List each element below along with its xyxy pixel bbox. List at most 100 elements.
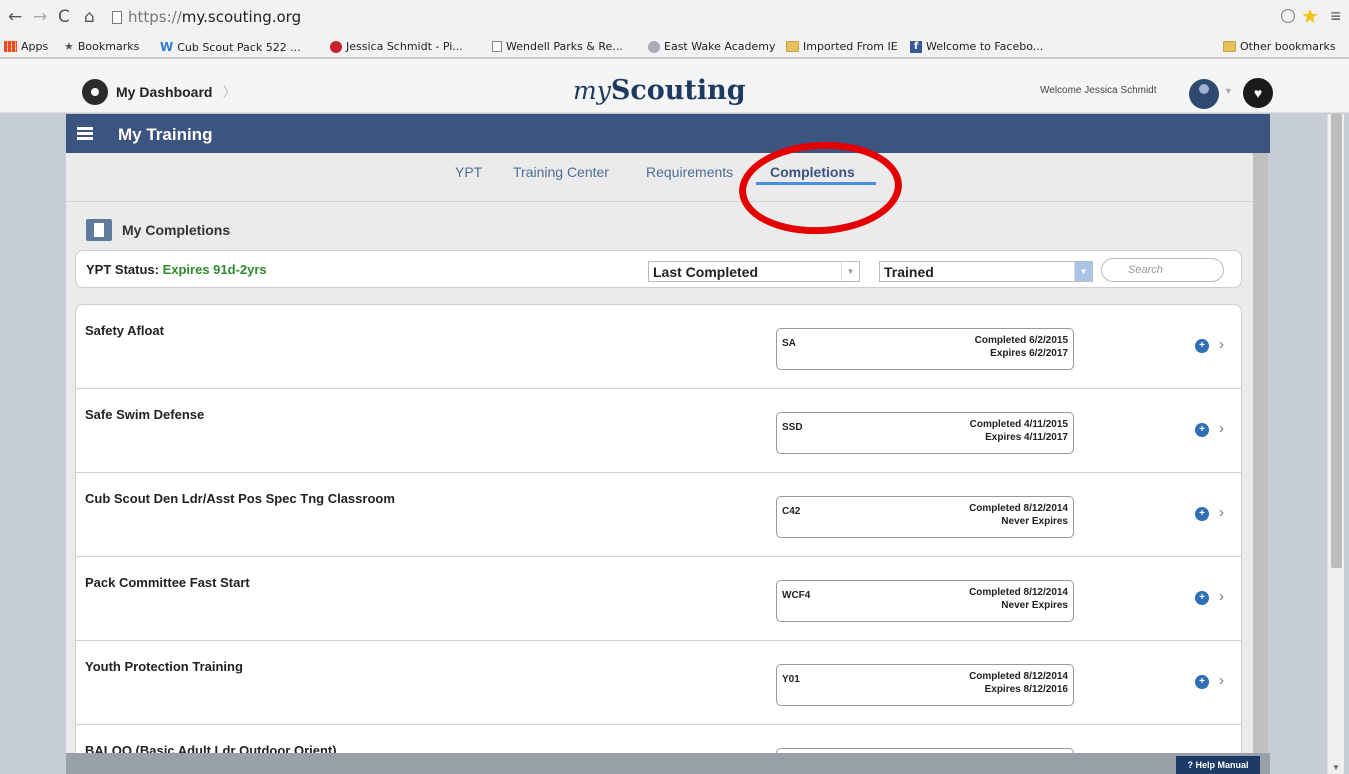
tab-requirements[interactable]: Requirements — [646, 164, 733, 180]
expires-date: Never Expires — [1001, 600, 1068, 611]
course-name: BALOO (Basic Adult Ldr Outdoor Orient) — [85, 743, 337, 753]
scroll-down-arrow-icon[interactable]: ▼ — [1332, 763, 1340, 772]
browser-menu-icon[interactable]: ≡ — [1330, 6, 1341, 27]
url-host: my.scouting.org — [181, 8, 302, 26]
back-arrow-icon[interactable]: ← — [8, 8, 22, 26]
bookmark-bookmarks[interactable]: ★ Bookmarks — [64, 40, 139, 53]
plus-icon[interactable]: + — [1195, 675, 1209, 689]
course-name: Cub Scout Den Ldr/Asst Pos Spec Tng Clas… — [85, 491, 395, 506]
list-item[interactable]: Cub Scout Den Ldr/Asst Pos Spec Tng Clas… — [76, 473, 1241, 557]
apps-icon — [4, 41, 17, 52]
completed-date: Completed 8/12/2014 — [969, 503, 1068, 514]
zoom-icon[interactable] — [1281, 9, 1295, 23]
sort-select[interactable]: Last Completed ▼ — [648, 261, 860, 282]
plus-icon[interactable]: + — [1195, 339, 1209, 353]
chevron-right-icon[interactable]: › — [1219, 420, 1224, 437]
facebook-icon: f — [910, 40, 922, 53]
completion-info-box: SSD Completed 4/11/2015 Expires 4/11/2017 — [776, 412, 1074, 454]
completed-date: Completed 4/11/2015 — [969, 419, 1068, 430]
heart-icon[interactable]: ♥ — [1243, 78, 1273, 108]
bookmarks-bar: Apps ★ Bookmarks W Cub Scout Pack 522 ... … — [0, 36, 1349, 58]
bookmark-apps[interactable]: Apps — [4, 40, 48, 53]
dashboard-link[interactable]: My Dashboard 〉 — [82, 79, 236, 105]
list-item[interactable]: BALOO (Basic Adult Ldr Outdoor Orient) — [76, 725, 1241, 753]
course-code: C42 — [782, 506, 801, 517]
folder-icon — [1223, 41, 1236, 52]
course-code: Y01 — [782, 674, 800, 685]
expires-date: Expires 6/2/2017 — [990, 348, 1068, 359]
home-icon[interactable]: ⌂ — [84, 8, 95, 26]
address-bar[interactable]: https://my.scouting.org — [112, 6, 301, 28]
completed-date: Completed 6/2/2015 — [974, 335, 1068, 346]
completion-info-box: Y01 Completed 8/12/2014 Expires 8/12/2016 — [776, 664, 1074, 706]
course-code: SA — [782, 338, 796, 349]
tab-training-center[interactable]: Training Center — [513, 164, 609, 180]
course-code: WCF4 — [782, 590, 811, 601]
completed-date: Completed 8/12/2014 — [969, 587, 1068, 598]
search-input[interactable]: Search — [1101, 258, 1224, 282]
bookmark-cub-scout[interactable]: W Cub Scout Pack 522 ... — [160, 40, 301, 54]
help-manual-button[interactable]: ? Help Manual — [1176, 756, 1260, 774]
bookmark-other[interactable]: Other bookmarks — [1223, 40, 1336, 53]
training-title-bar: My Training — [66, 114, 1270, 153]
globe-icon — [648, 40, 660, 53]
course-name: Youth Protection Training — [85, 659, 243, 674]
chevron-down-icon: ▼ — [841, 262, 859, 281]
list-item[interactable]: Safety Afloat SA Completed 6/2/2015 Expir… — [76, 305, 1241, 389]
scrollbar-thumb[interactable] — [1331, 114, 1342, 568]
hamburger-menu-icon[interactable] — [77, 127, 93, 140]
course-name: Safety Afloat — [85, 323, 164, 338]
plus-icon[interactable]: + — [1195, 507, 1209, 521]
document-icon — [86, 219, 112, 241]
star-icon: ★ — [64, 40, 74, 53]
list-item[interactable]: Youth Protection Training Y01 Completed … — [76, 641, 1241, 725]
list-item[interactable]: Pack Committee Fast Start WCF4 Completed… — [76, 557, 1241, 641]
completed-date: Completed 8/12/2014 — [969, 671, 1068, 682]
bookmark-imported-ie[interactable]: Imported From IE — [786, 40, 898, 53]
section-heading: My Completions — [86, 219, 230, 241]
expires-date: Expires 4/11/2017 — [985, 432, 1068, 443]
chevron-right-icon[interactable]: › — [1219, 588, 1224, 605]
completion-info-box: WCF4 Completed 8/12/2014 Never Expires — [776, 580, 1074, 622]
panel-scrollbar[interactable] — [1253, 153, 1268, 753]
site-header: My Dashboard 〉 myScouting Welcome Jessic… — [0, 59, 1349, 113]
chevron-right-icon[interactable]: › — [1219, 504, 1224, 521]
completion-info-box: SA Completed 6/2/2015 Expires 6/2/2017 — [776, 328, 1074, 370]
avatar[interactable] — [1189, 79, 1219, 109]
page-icon — [112, 10, 122, 24]
bookmark-star-icon[interactable]: ★ — [1301, 4, 1319, 29]
panel-footer — [66, 753, 1270, 774]
bookmark-pinterest[interactable]: Jessica Schmidt - Pi... — [330, 40, 463, 53]
page-title: My Training — [118, 125, 213, 144]
status-filter-select[interactable]: Trained ▼ — [879, 261, 1093, 282]
chevron-right-icon[interactable]: › — [1219, 336, 1224, 353]
completions-list: Safety Afloat SA Completed 6/2/2015 Expir… — [75, 304, 1242, 753]
url-protocol: https:// — [128, 8, 182, 26]
browser-toolbar: ← → C ⌂ https://my.scouting.org ★ ≡ — [0, 0, 1349, 36]
w-icon: W — [160, 40, 174, 54]
bookmark-facebook[interactable]: f Welcome to Facebo... — [910, 40, 1043, 53]
forward-arrow-icon[interactable]: → — [33, 8, 47, 26]
expires-date: Expires 8/12/2016 — [984, 684, 1068, 695]
dashboard-icon — [82, 79, 108, 105]
chevron-right-icon[interactable]: › — [1219, 672, 1224, 689]
tab-ypt[interactable]: YPT — [455, 164, 482, 180]
course-code: SSD — [782, 422, 803, 433]
filter-bar: YPT Status: Expires 91d-2yrs Last Comple… — [75, 250, 1242, 288]
folder-icon — [786, 41, 799, 52]
completion-info-box: C42 Completed 8/12/2014 Never Expires — [776, 496, 1074, 538]
plus-icon[interactable]: + — [1195, 423, 1209, 437]
bookmark-wendell-parks[interactable]: Wendell Parks & Re... — [492, 40, 623, 53]
page-scrollbar[interactable]: ▼ — [1327, 114, 1344, 774]
site-logo[interactable]: myScouting — [573, 75, 746, 106]
list-item[interactable]: Safe Swim Defense SSD Completed 4/11/201… — [76, 389, 1241, 473]
expires-date: Never Expires — [1001, 516, 1068, 527]
chevron-down-icon[interactable]: ▼ — [1224, 86, 1233, 96]
bookmark-east-wake[interactable]: East Wake Academy — [648, 40, 775, 53]
ypt-status-value: Expires 91d-2yrs — [162, 262, 267, 277]
file-icon — [492, 41, 502, 52]
chevron-down-icon: ▼ — [1074, 262, 1092, 281]
plus-icon[interactable]: + — [1195, 591, 1209, 605]
chevron-right-icon: 〉 — [222, 84, 237, 100]
reload-icon[interactable]: C — [58, 8, 70, 26]
